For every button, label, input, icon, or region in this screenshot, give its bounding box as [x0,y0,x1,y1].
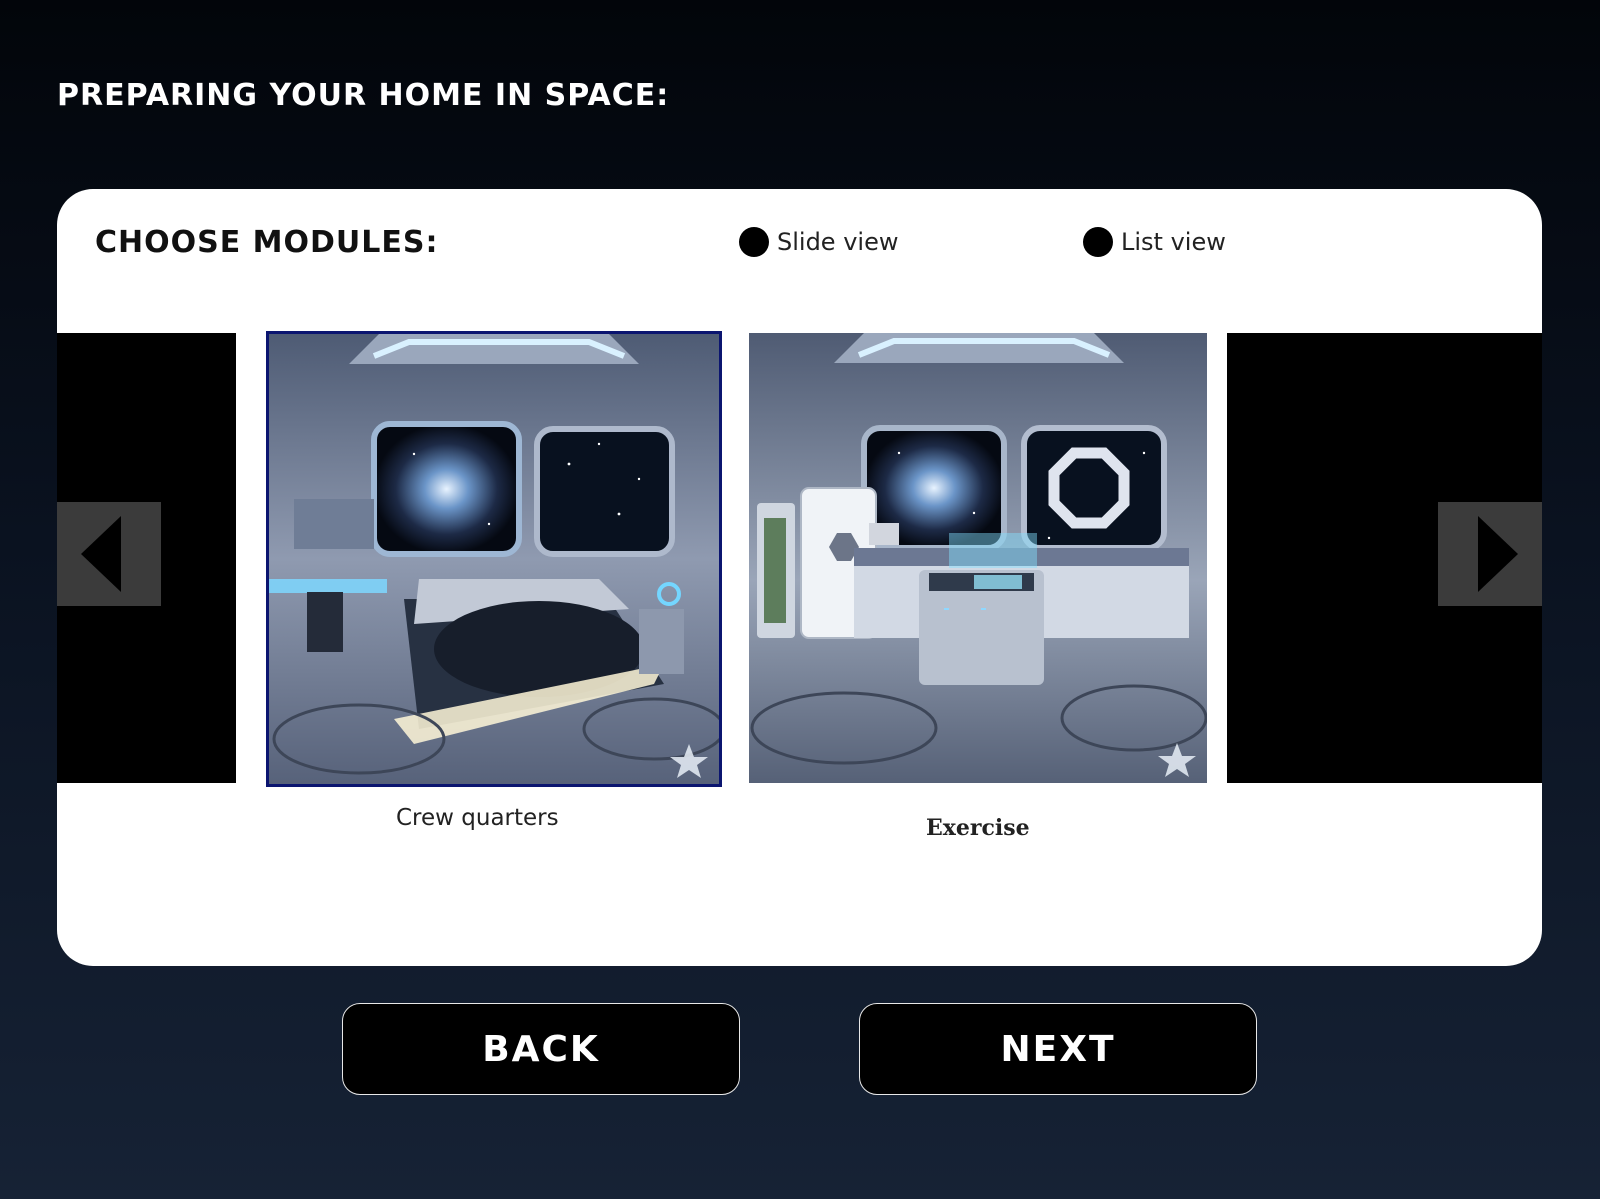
page-title: PREPARING YOUR HOME IN SPACE: [57,78,670,113]
module-selection-panel: CHOOSE MODULES: Slide view List view Cre… [57,189,1542,966]
module-caption-crew-quarters: Crew quarters [396,805,559,831]
chevron-right-icon [1478,516,1518,592]
chevron-left-icon [81,516,121,592]
back-button[interactable]: BACK [342,1003,740,1095]
slide-view-radio[interactable] [739,227,769,257]
bedroom-image [269,334,719,784]
module-caption-exercise: Exercise [926,815,1030,841]
previous-slide-button[interactable] [57,502,161,606]
slide-view-option[interactable]: Slide view [739,227,898,257]
slide-view-label: Slide view [777,228,899,256]
panel-title: CHOOSE MODULES: [95,225,439,260]
list-view-option[interactable]: List view [1083,227,1226,257]
kitchen-image [749,333,1207,783]
list-view-label: List view [1121,228,1226,256]
next-button[interactable]: NEXT [859,1003,1257,1095]
module-card-crew-quarters[interactable] [266,331,722,787]
next-slide-button[interactable] [1438,502,1542,606]
list-view-radio[interactable] [1083,227,1113,257]
module-card-exercise[interactable] [749,333,1207,783]
